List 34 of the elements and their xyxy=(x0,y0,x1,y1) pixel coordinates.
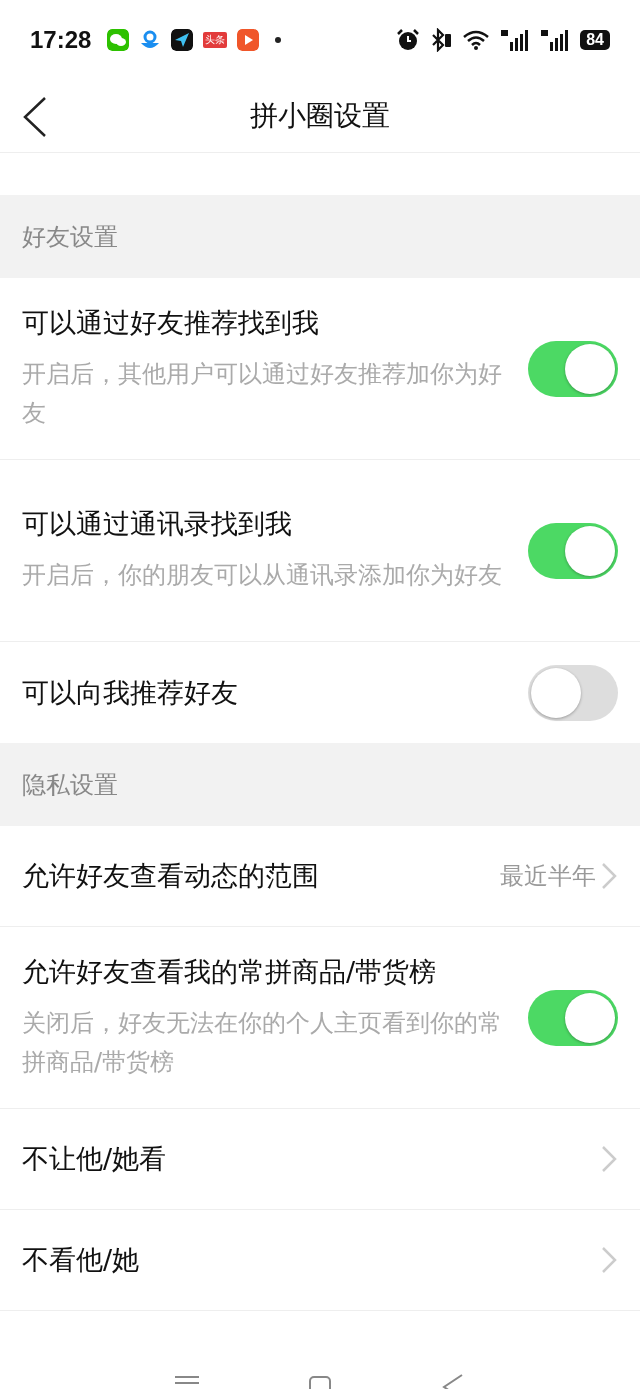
setting-label: 可以向我推荐好友 xyxy=(22,675,239,710)
bluetooth-icon xyxy=(430,28,453,52)
chevron-icon xyxy=(600,1245,618,1275)
setting-description: 开启后，其他用户可以通过好友推荐加你为好友 xyxy=(22,358,503,429)
back-icon[interactable] xyxy=(22,96,48,138)
setting-label[interactable]: 不看他/她 xyxy=(22,1242,600,1278)
battery-level: 84 xyxy=(580,30,610,50)
setting-description: 关闭后，好友无法在你的个人主页看到你的常拼商品/带货榜 xyxy=(22,1007,503,1078)
setting-label: 可以通过通讯录找到我 xyxy=(22,507,293,541)
alarm-icon xyxy=(396,28,421,52)
signal-icon xyxy=(540,28,571,52)
section-header: 隐私设置 xyxy=(22,769,118,801)
chat-app-icon xyxy=(107,29,130,51)
news-app-icon: 头条 xyxy=(203,32,228,48)
clock-time: 17:28 xyxy=(30,26,92,54)
notification-dot xyxy=(275,37,282,43)
setting-label[interactable]: 不让他/她看 xyxy=(22,1141,600,1177)
value-text: 最近半年 xyxy=(500,861,596,892)
page-title: 拼小圈设置 xyxy=(250,98,390,134)
home-icon[interactable] xyxy=(308,1373,332,1389)
plane-app-icon xyxy=(171,29,194,51)
toggle-switch[interactable] xyxy=(528,522,618,579)
toggle-switch[interactable] xyxy=(528,989,618,1046)
setting-label: 可以通过好友推荐找到我 xyxy=(22,305,320,340)
wifi-icon xyxy=(462,29,491,51)
chevron-icon xyxy=(600,861,618,891)
setting-label: 允许好友查看我的常拼商品/带货榜 xyxy=(22,954,438,989)
setting-description: 开启后，你的朋友可以从通讯录添加你为好友 xyxy=(22,560,503,591)
signal-icon xyxy=(500,28,531,52)
section-header: 好友设置 xyxy=(22,221,118,253)
setting-label[interactable]: 允许好友查看动态的范围 xyxy=(22,858,500,894)
play-app-icon xyxy=(237,29,260,51)
chevron-icon xyxy=(600,1144,618,1174)
toggle-switch[interactable] xyxy=(528,340,618,397)
